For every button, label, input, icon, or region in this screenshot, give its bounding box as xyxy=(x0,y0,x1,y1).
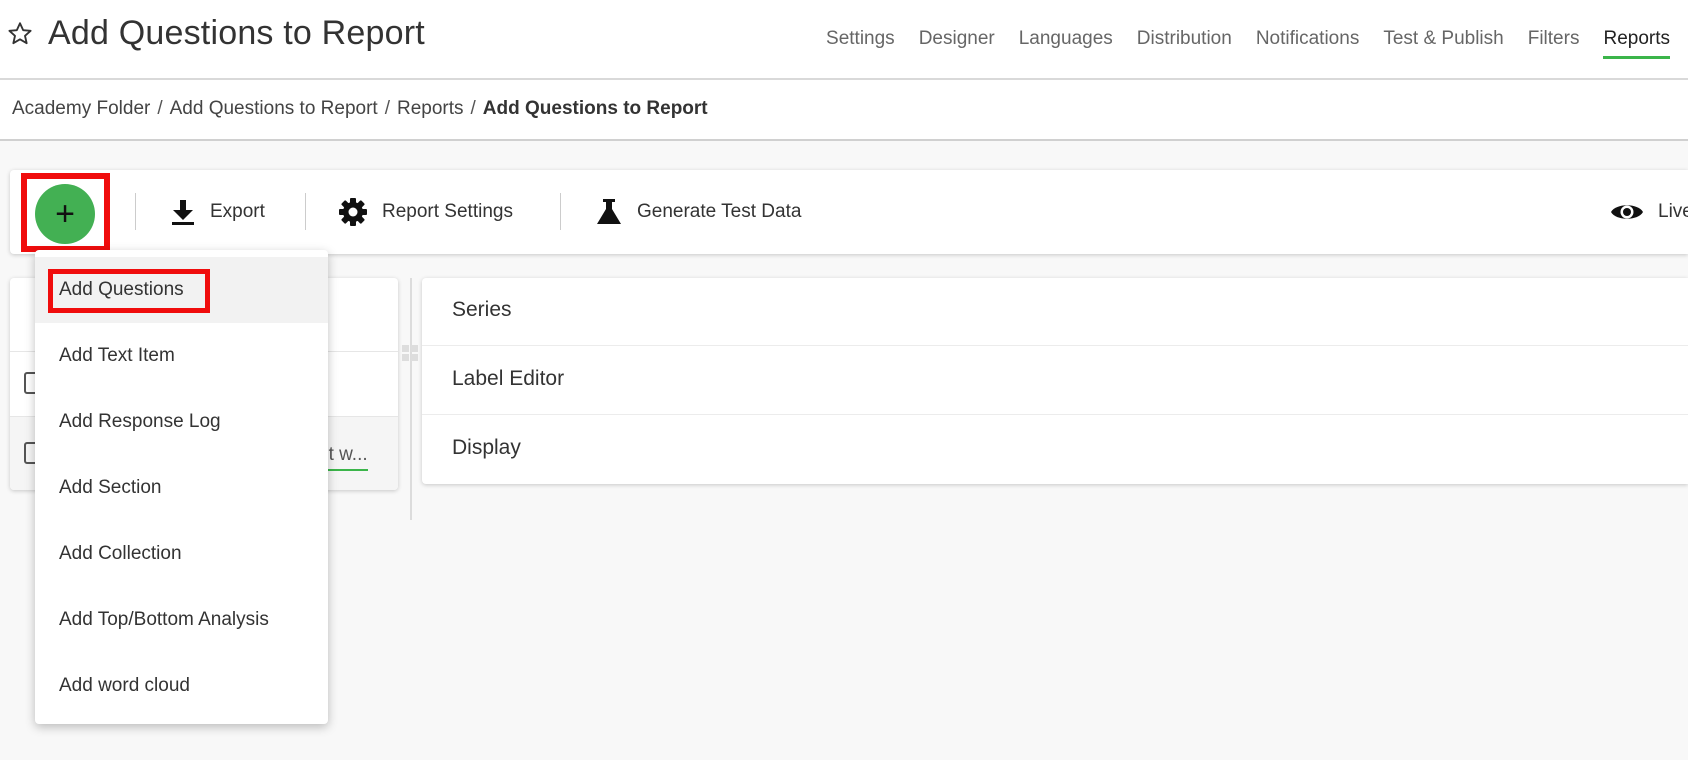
breadcrumb: Academy Folder / Add Questions to Report… xyxy=(12,98,708,120)
nav-distribution[interactable]: Distribution xyxy=(1137,0,1232,78)
properties-panel: Series Label Editor Display xyxy=(422,278,1688,484)
series-section-title: Series xyxy=(452,298,512,321)
gear-icon xyxy=(339,198,367,226)
live-label: Live xyxy=(1658,201,1688,222)
toolbar-divider xyxy=(560,193,561,230)
label-editor-section-title: Label Editor xyxy=(452,367,565,390)
page-title: Add Questions to Report xyxy=(48,14,425,52)
drag-handle-icon[interactable] xyxy=(400,343,420,363)
breadcrumb-item-academy-folder[interactable]: Academy Folder xyxy=(12,98,150,120)
toolbar-divider xyxy=(305,193,306,230)
breadcrumb-separator: / xyxy=(470,98,476,119)
breadcrumb-separator: / xyxy=(157,98,163,119)
breadcrumb-current: Add Questions to Report xyxy=(482,98,708,119)
menu-item-add-top-bottom-analysis[interactable]: Add Top/Bottom Analysis xyxy=(35,587,328,653)
toolbar-divider xyxy=(135,193,136,230)
menu-item-add-text-item[interactable]: Add Text Item xyxy=(35,323,328,389)
nav-settings[interactable]: Settings xyxy=(826,0,895,78)
menu-item-add-word-cloud[interactable]: Add word cloud xyxy=(35,653,328,719)
report-settings-label: Report Settings xyxy=(382,201,513,222)
add-dropdown-menu: Add Questions Add Text Item Add Response… xyxy=(35,250,328,724)
export-button[interactable]: Export xyxy=(170,195,265,229)
nav-notifications[interactable]: Notifications xyxy=(1256,0,1360,78)
report-settings-button[interactable]: Report Settings xyxy=(338,195,513,229)
nav-filters[interactable]: Filters xyxy=(1528,0,1580,78)
live-preview-button[interactable]: Live xyxy=(1610,195,1688,229)
menu-item-add-section[interactable]: Add Section xyxy=(35,455,328,521)
highlight-add-questions xyxy=(48,269,210,313)
generate-test-data-button[interactable]: Generate Test Data xyxy=(595,195,801,229)
nav-designer[interactable]: Designer xyxy=(919,0,995,78)
star-icon[interactable] xyxy=(6,20,34,48)
top-nav: Settings Designer Languages Distribution… xyxy=(814,0,1688,78)
export-label: Export xyxy=(210,201,265,222)
breadcrumb-separator: / xyxy=(384,98,390,119)
page-header: Add Questions to Report Settings Designe… xyxy=(0,0,1688,80)
series-section[interactable]: Series xyxy=(422,278,1688,346)
breadcrumb-item-survey[interactable]: Add Questions to Report xyxy=(170,98,378,120)
flask-icon xyxy=(597,199,621,224)
menu-item-add-response-log[interactable]: Add Response Log xyxy=(35,389,328,455)
nav-test-publish[interactable]: Test & Publish xyxy=(1383,0,1503,78)
eye-icon xyxy=(1611,205,1643,219)
label-editor-section[interactable]: Label Editor xyxy=(422,347,1688,415)
panel-splitter[interactable] xyxy=(410,278,412,520)
nav-reports[interactable]: Reports xyxy=(1603,0,1670,78)
nav-languages[interactable]: Languages xyxy=(1019,0,1113,78)
menu-item-add-collection[interactable]: Add Collection xyxy=(35,521,328,587)
breadcrumb-bar: Academy Folder / Add Questions to Report… xyxy=(0,80,1688,141)
display-section-title: Display xyxy=(452,436,521,459)
highlight-add-button xyxy=(21,173,110,252)
breadcrumb-item-reports[interactable]: Reports xyxy=(397,98,464,120)
download-icon xyxy=(172,200,194,225)
generate-test-data-label: Generate Test Data xyxy=(637,201,802,222)
display-section[interactable]: Display xyxy=(422,416,1688,484)
